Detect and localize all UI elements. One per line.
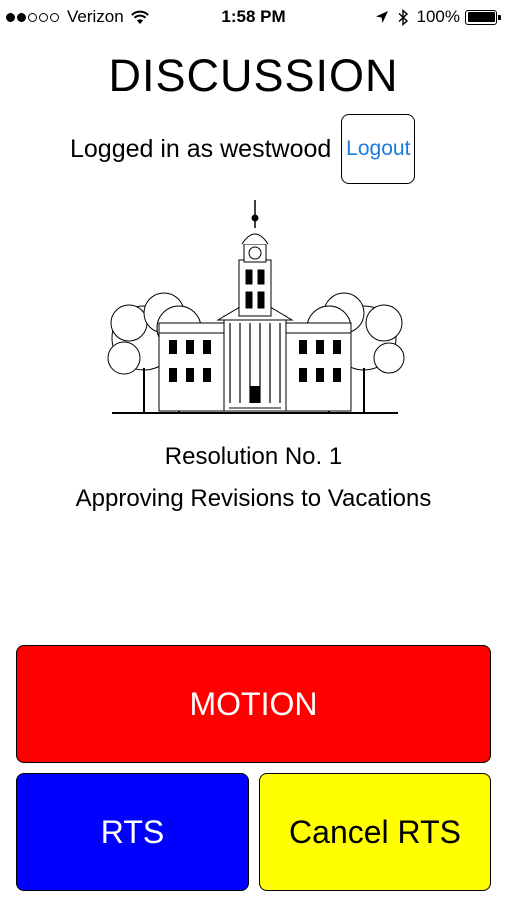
login-row: Logged in as westwood Logout <box>70 114 416 184</box>
battery-percent: 100% <box>416 7 460 26</box>
resolution-number: Resolution No. 1 <box>164 443 343 470</box>
status-right: 100% <box>375 7 501 27</box>
battery-fill <box>467 12 495 22</box>
logout-button[interactable]: Logout <box>341 114 416 184</box>
battery-cap <box>498 14 501 20</box>
status-bar: Verizon 1:58 PM 100% <box>0 0 507 34</box>
page-title: DISCUSSION <box>108 50 399 101</box>
logged-in-label: Logged in as westwood <box>70 134 332 163</box>
resolution-subject: Approving Revisions to Vacations <box>75 485 432 512</box>
location-arrow-icon <box>375 11 388 23</box>
motion-button[interactable]: MOTION <box>16 645 491 763</box>
cancel-rts-button[interactable]: Cancel RTS <box>259 773 491 891</box>
bluetooth-icon <box>398 8 408 26</box>
courthouse-illustration <box>107 200 405 414</box>
battery-icon <box>465 9 501 25</box>
rts-button[interactable]: RTS <box>16 773 249 891</box>
